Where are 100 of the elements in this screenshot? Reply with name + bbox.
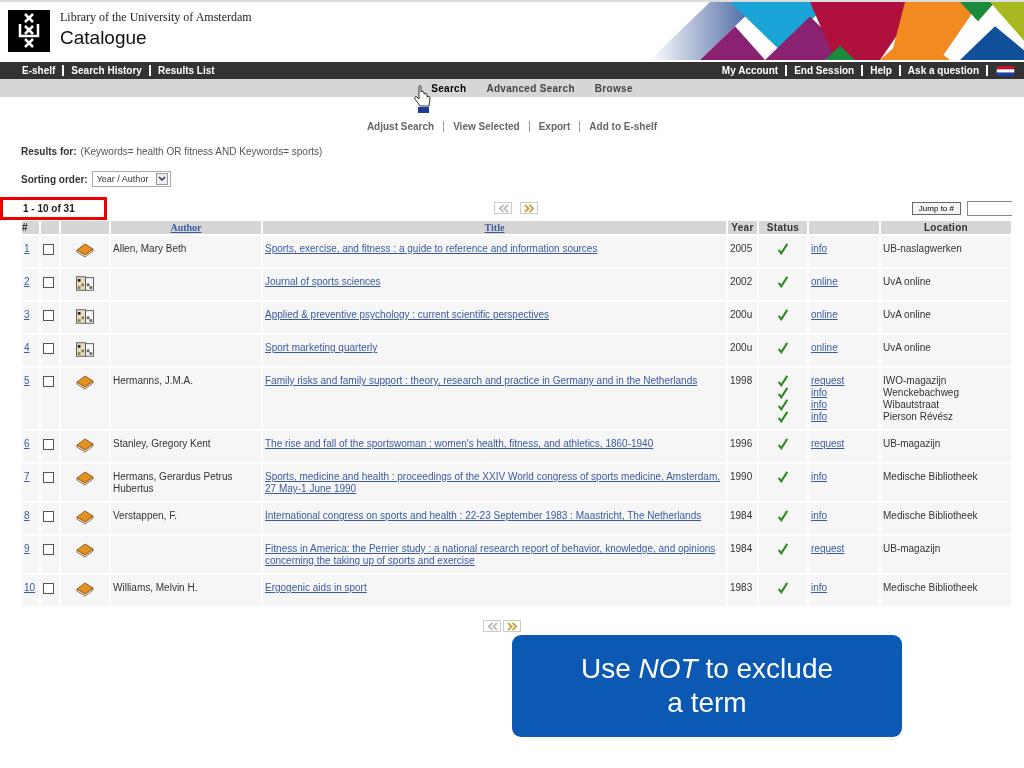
library-name: Library of the University of Amsterdam <box>60 10 252 25</box>
row-checkbox[interactable] <box>43 439 54 450</box>
location-text: UvA online <box>883 309 932 321</box>
nav-link[interactable]: Help <box>870 65 892 76</box>
year-text: 1984 <box>730 510 753 521</box>
row-checkbox[interactable] <box>43 472 54 483</box>
holding-link[interactable]: info <box>811 582 828 594</box>
book-icon <box>76 243 94 258</box>
holding-link[interactable]: info <box>811 243 828 255</box>
book-icon <box>76 438 94 453</box>
row-checkbox[interactable] <box>43 310 54 321</box>
search-tab[interactable]: Advanced Search <box>486 82 575 94</box>
row-number-link[interactable]: 5 <box>24 375 30 386</box>
location-text: UvA online <box>883 276 932 288</box>
journal-icon <box>76 309 94 324</box>
year-text: 200u <box>730 342 753 353</box>
holding-link[interactable]: info <box>811 399 828 411</box>
holding-link[interactable]: request <box>811 438 845 450</box>
holding-link[interactable]: request <box>811 543 845 555</box>
hand-cursor-icon <box>412 85 432 115</box>
action-link[interactable]: Add to E-shelf <box>589 121 658 132</box>
check-icon <box>777 243 789 255</box>
book-icon <box>76 582 94 597</box>
column-header: Status <box>766 222 800 233</box>
holding-link[interactable]: info <box>811 471 828 483</box>
journal-icon <box>76 276 94 291</box>
row-number-link[interactable]: 9 <box>24 543 30 554</box>
row-number-link[interactable]: 7 <box>24 471 30 482</box>
author-name: Hermans, Gerardus Petrus Hubertus <box>113 471 233 494</box>
location-text: Medische Bibliotheek <box>883 471 979 483</box>
row-number-link[interactable]: 2 <box>24 276 30 287</box>
nav-link[interactable]: End Session <box>794 65 855 76</box>
sorting-dropdown[interactable]: Year / Author <box>91 171 172 187</box>
column-header[interactable]: Title <box>484 222 505 233</box>
action-link[interactable]: Adjust Search <box>366 121 435 132</box>
location-text: Medische Bibliotheek <box>883 510 979 522</box>
nav-link[interactable]: E-shelf <box>22 65 56 76</box>
column-header: # <box>22 222 28 233</box>
search-tab[interactable]: Search <box>431 82 467 94</box>
year-text: 1983 <box>730 582 753 593</box>
holding-link[interactable]: info <box>811 387 828 399</box>
row-checkbox[interactable] <box>43 511 54 522</box>
author-name: Williams, Melvin H. <box>113 582 198 593</box>
year-text: 1990 <box>730 471 753 482</box>
journal-icon <box>76 342 94 357</box>
column-header: Location <box>923 222 969 233</box>
column-header[interactable]: Author <box>170 222 202 233</box>
location-text: Medische Bibliotheek <box>883 582 979 594</box>
row-checkbox[interactable] <box>43 244 54 255</box>
holding-link[interactable]: info <box>811 510 828 522</box>
author-name: Allen, Mary Beth <box>113 243 187 254</box>
action-link[interactable]: View Selected <box>453 121 520 132</box>
book-icon <box>76 471 94 486</box>
year-text: 1996 <box>730 438 753 449</box>
row-checkbox[interactable] <box>43 376 54 387</box>
nav-link[interactable]: Results List <box>157 65 215 76</box>
jump-field[interactable] <box>967 200 1012 216</box>
holding-link[interactable]: online <box>811 276 838 288</box>
sorting-label: Sorting order: <box>21 173 88 185</box>
jump-button[interactable]: Jump to # <box>911 201 961 215</box>
holding-link[interactable]: request <box>811 375 845 387</box>
book-icon <box>76 543 94 558</box>
location-text: UvA online <box>883 342 932 354</box>
row-checkbox[interactable] <box>43 544 54 555</box>
check-icon <box>777 309 789 321</box>
location-text: UB-magazijn <box>883 543 942 555</box>
holding-link[interactable]: online <box>811 309 838 321</box>
search-tab[interactable]: Browse <box>594 82 633 94</box>
check-icon <box>777 387 789 399</box>
callout-note: Use NOT to exclude a term <box>512 635 902 737</box>
check-icon <box>777 582 789 594</box>
row-checkbox[interactable] <box>43 343 54 354</box>
row-number-link[interactable]: 8 <box>24 510 30 521</box>
nav-link[interactable]: Ask a question <box>907 65 979 76</box>
check-icon <box>777 543 789 555</box>
row-checkbox[interactable] <box>43 583 54 594</box>
row-number-link[interactable]: 4 <box>24 342 30 353</box>
location-text: UB-magazijn <box>883 438 942 450</box>
row-number-link[interactable]: 6 <box>24 438 30 449</box>
year-text: 2005 <box>730 243 753 254</box>
check-icon <box>777 342 789 354</box>
check-icon <box>777 411 789 423</box>
row-number-link[interactable]: 1 <box>24 243 30 254</box>
nav-link[interactable]: Search History <box>71 65 142 76</box>
university-logo <box>8 10 50 52</box>
row-number-link[interactable]: 3 <box>24 309 30 320</box>
location-text: IWO-magazijn <box>883 375 948 387</box>
location-text: Wibautstraat <box>883 399 941 411</box>
action-link[interactable]: Export <box>538 121 571 132</box>
holding-link[interactable]: info <box>811 411 828 423</box>
row-checkbox[interactable] <box>43 277 54 288</box>
flag-icon[interactable] <box>995 65 1016 76</box>
column-header: Year <box>731 222 754 233</box>
holding-link[interactable]: online <box>811 342 838 354</box>
catalogue-title: Catalogue <box>60 27 148 49</box>
book-icon <box>76 375 94 390</box>
author-name: Stanley, Gregory Kent <box>113 438 211 449</box>
dropdown-arrow-icon[interactable] <box>156 173 169 185</box>
title-link[interactable]: Family risks and family support : theory, research and practice in Germany and in the Netherlands <box>265 375 724 387</box>
nav-link[interactable]: My Account <box>721 65 779 76</box>
